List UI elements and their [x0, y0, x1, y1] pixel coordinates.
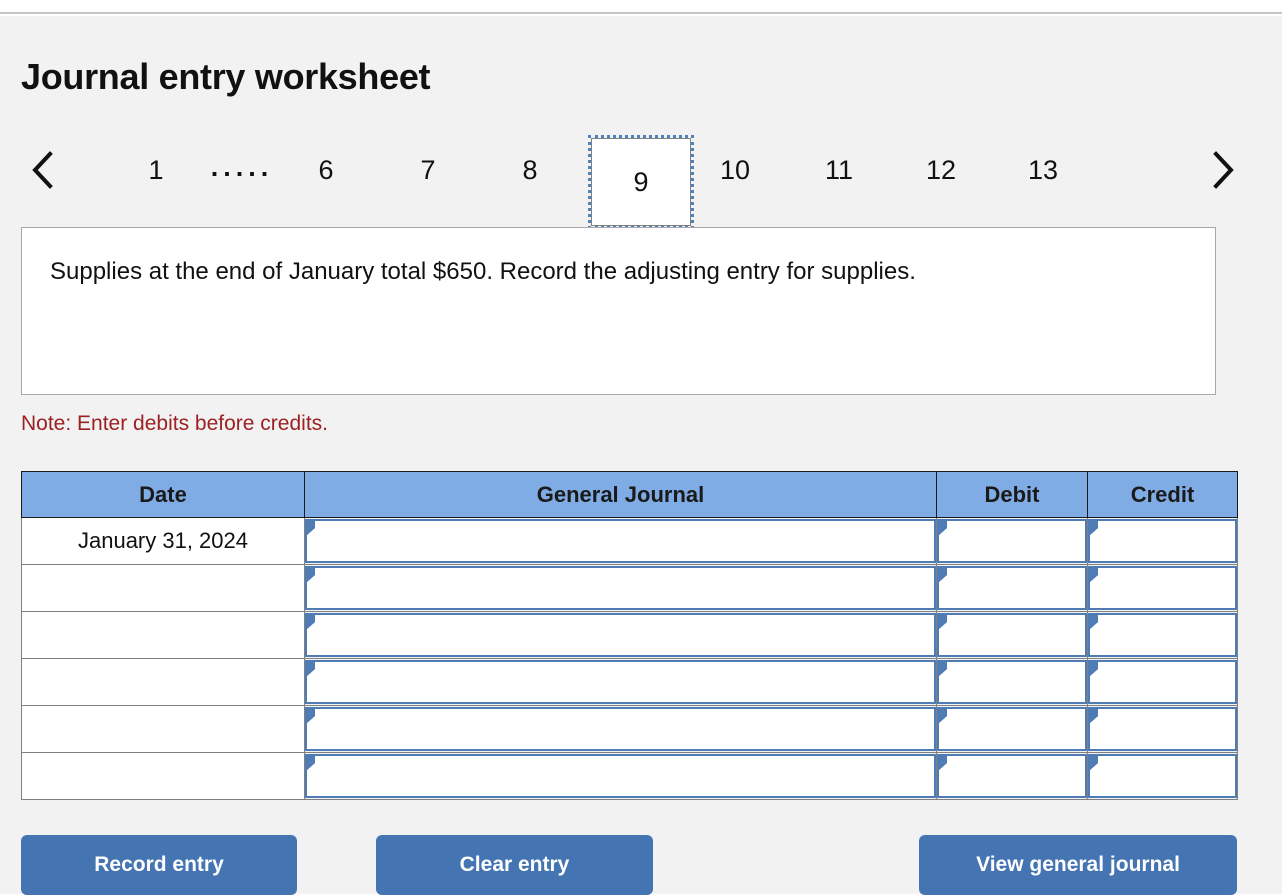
- general-journal-input-cell[interactable]: [304, 752, 937, 800]
- view-general-journal-button[interactable]: View general journal: [919, 835, 1237, 895]
- credit-input-cell[interactable]: [1087, 705, 1238, 753]
- column-header-debit: Debit: [936, 471, 1088, 518]
- general-journal-input-cell[interactable]: [304, 611, 937, 659]
- general-journal-input[interactable]: [305, 707, 936, 751]
- table-header-row: Date General Journal Debit Credit: [21, 471, 1238, 518]
- cell-marker-icon: [939, 662, 947, 676]
- pagination-page-7[interactable]: 7: [404, 140, 452, 200]
- general-journal-input[interactable]: [305, 519, 936, 563]
- worksheet-body: Journal entry worksheet 1..... 6 7 8 9 10 11 12…: [0, 16, 1282, 895]
- pagination-page-12[interactable]: 12: [910, 140, 972, 200]
- debit-input[interactable]: [937, 566, 1087, 610]
- cell-marker-icon: [1090, 521, 1098, 535]
- debit-input[interactable]: [937, 519, 1087, 563]
- cell-marker-icon: [307, 709, 315, 723]
- worksheet-pagination: 1..... 6 7 8 9 10 11 12 13: [14, 124, 1264, 229]
- cell-marker-icon: [1090, 662, 1098, 676]
- pagination-page-11[interactable]: 11: [808, 140, 870, 200]
- table-row: [21, 658, 1238, 706]
- pagination-page-1[interactable]: 1: [130, 140, 182, 200]
- column-header-date: Date: [21, 471, 305, 518]
- date-cell[interactable]: [21, 564, 305, 612]
- table-row: [21, 752, 1238, 800]
- table-row: January 31, 2024: [21, 517, 1238, 565]
- cell-marker-icon: [307, 568, 315, 582]
- credit-input[interactable]: [1088, 707, 1237, 751]
- credit-input[interactable]: [1088, 754, 1237, 798]
- date-cell[interactable]: January 31, 2024: [21, 517, 305, 565]
- general-journal-input-cell[interactable]: [304, 705, 937, 753]
- journal-entry-table: Date General Journal Debit Credit Januar…: [21, 471, 1238, 800]
- journal-entry-worksheet-page: Journal entry worksheet 1..... 6 7 8 9 10 11 12…: [0, 0, 1282, 895]
- cell-marker-icon: [939, 615, 947, 629]
- credit-input[interactable]: [1088, 613, 1237, 657]
- cell-marker-icon: [939, 709, 947, 723]
- credit-input[interactable]: [1088, 519, 1237, 563]
- table-row: [21, 611, 1238, 659]
- credit-input-cell[interactable]: [1087, 752, 1238, 800]
- cell-marker-icon: [307, 662, 315, 676]
- record-entry-button[interactable]: Record entry: [21, 835, 297, 895]
- cell-marker-icon: [939, 521, 947, 535]
- clear-entry-button[interactable]: Clear entry: [376, 835, 653, 895]
- debit-input[interactable]: [937, 754, 1087, 798]
- date-cell[interactable]: [21, 705, 305, 753]
- cell-marker-icon: [939, 568, 947, 582]
- cell-marker-icon: [307, 756, 315, 770]
- table-row: [21, 564, 1238, 612]
- cell-marker-icon: [307, 521, 315, 535]
- cell-marker-icon: [1090, 615, 1098, 629]
- pagination-page-13[interactable]: 13: [1012, 140, 1074, 200]
- table-row: [21, 705, 1238, 753]
- general-journal-input-cell[interactable]: [304, 564, 937, 612]
- cell-marker-icon: [1090, 756, 1098, 770]
- page-title: Journal entry worksheet: [21, 56, 431, 97]
- date-cell[interactable]: [21, 658, 305, 706]
- question-text: Supplies at the end of January total $65…: [50, 258, 916, 285]
- pagination-page-6[interactable]: 6: [302, 140, 350, 200]
- cell-marker-icon: [307, 615, 315, 629]
- date-cell[interactable]: [21, 611, 305, 659]
- pagination-page-9[interactable]: 9: [588, 135, 694, 229]
- debit-input-cell[interactable]: [936, 564, 1088, 612]
- cell-marker-icon: [1090, 568, 1098, 582]
- credit-input-cell[interactable]: [1087, 517, 1238, 565]
- column-header-general-journal: General Journal: [304, 471, 937, 518]
- credit-input-cell[interactable]: [1087, 611, 1238, 659]
- chevron-right-icon[interactable]: [1200, 144, 1246, 196]
- debit-input-cell[interactable]: [936, 658, 1088, 706]
- top-divider-strip: [0, 0, 1282, 14]
- general-journal-input-cell[interactable]: [304, 658, 937, 706]
- debit-input[interactable]: [937, 613, 1087, 657]
- pagination-page-10[interactable]: 10: [704, 140, 766, 200]
- debit-input[interactable]: [937, 707, 1087, 751]
- column-header-credit: Credit: [1087, 471, 1238, 518]
- cell-marker-icon: [1090, 709, 1098, 723]
- general-journal-input[interactable]: [305, 566, 936, 610]
- pagination-page-8[interactable]: 8: [506, 140, 554, 200]
- question-panel: Supplies at the end of January total $65…: [21, 227, 1216, 395]
- debit-input-cell[interactable]: [936, 705, 1088, 753]
- chevron-left-icon[interactable]: [20, 144, 66, 196]
- general-journal-input[interactable]: [305, 660, 936, 704]
- general-journal-input-cell[interactable]: [304, 517, 937, 565]
- cell-marker-icon: [939, 756, 947, 770]
- pagination-ellipsis: .....: [210, 152, 274, 182]
- credit-input-cell[interactable]: [1087, 658, 1238, 706]
- general-journal-input[interactable]: [305, 613, 936, 657]
- debit-input-cell[interactable]: [936, 517, 1088, 565]
- credit-input[interactable]: [1088, 566, 1237, 610]
- credit-input[interactable]: [1088, 660, 1237, 704]
- date-cell[interactable]: [21, 752, 305, 800]
- debits-before-credits-note: Note: Enter debits before credits.: [21, 412, 328, 435]
- debit-input-cell[interactable]: [936, 752, 1088, 800]
- credit-input-cell[interactable]: [1087, 564, 1238, 612]
- debit-input[interactable]: [937, 660, 1087, 704]
- debit-input-cell[interactable]: [936, 611, 1088, 659]
- general-journal-input[interactable]: [305, 754, 936, 798]
